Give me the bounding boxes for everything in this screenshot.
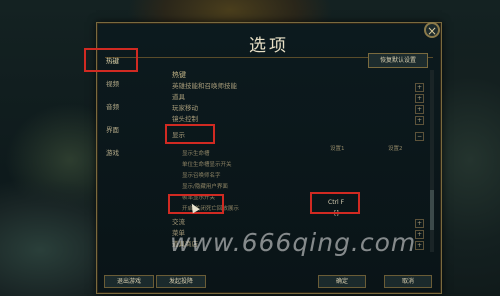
highlight-box-display-section [165,124,215,144]
expand-icon[interactable]: + [415,219,424,228]
expand-icon[interactable]: + [415,241,424,250]
sidebar-item-video[interactable]: 视频 [100,77,158,91]
expand-icon[interactable]: + [415,105,424,114]
close-icon[interactable]: × [424,22,440,38]
collapse-icon[interactable]: − [415,132,424,141]
column-setting-1: 设置1 [330,146,345,152]
display-row-summoner-names[interactable]: 显示召唤师名字 [172,171,424,182]
restore-defaults-button[interactable]: 恢复默认设置 [368,53,428,68]
group-label: 玩家移动 [172,104,198,112]
group-chat[interactable]: 交流 + [172,217,424,228]
group-label: 道具 [172,93,185,101]
highlight-box-hotkeys-tab [84,48,138,72]
group-abilities[interactable]: 英雄技能和召唤师技能 + [172,81,424,92]
sidebar-item-audio[interactable]: 音频 [100,100,158,114]
expand-icon[interactable]: + [415,230,424,239]
cancel-button[interactable]: 取消 [384,275,432,288]
expand-icon[interactable]: + [415,116,424,125]
exit-game-button[interactable]: 退出游戏 [104,275,154,288]
expand-icon[interactable]: + [415,83,424,92]
group-items[interactable]: 道具 + [172,92,424,103]
surrender-button[interactable]: 发起投降 [156,275,206,288]
column-setting-2: 设置2 [388,146,403,152]
group-label: 英雄技能和召唤师技能 [172,82,237,90]
group-label: 镜头控制 [172,115,198,123]
group-movement[interactable]: 玩家移动 + [172,103,424,114]
display-row-unit-health[interactable]: 单位生命槽显示开关 [172,160,424,171]
group-label: 交流 [172,218,185,226]
expand-icon[interactable]: + [415,94,424,103]
scrollbar-thumb[interactable] [430,190,434,230]
display-row-health[interactable]: 显示生命槽 [172,149,424,160]
display-row-toggle-ui[interactable]: 显示/隐藏用户界面 [172,182,424,193]
hotkey-list: 热键 英雄技能和召唤师技能 + 道具 + 玩家移动 + 镜头控制 + 显示 − 显示生命槽… [172,70,424,250]
watermark-text: www.666qing.com [170,228,417,257]
ok-button[interactable]: 确定 [318,275,366,288]
sidebar-item-game[interactable]: 游戏 [100,146,158,160]
sidebar-item-interface[interactable]: 界面 [100,123,158,137]
hotkeys-section-title: 热键 [172,71,186,79]
highlight-box-fps-binding [310,192,360,214]
